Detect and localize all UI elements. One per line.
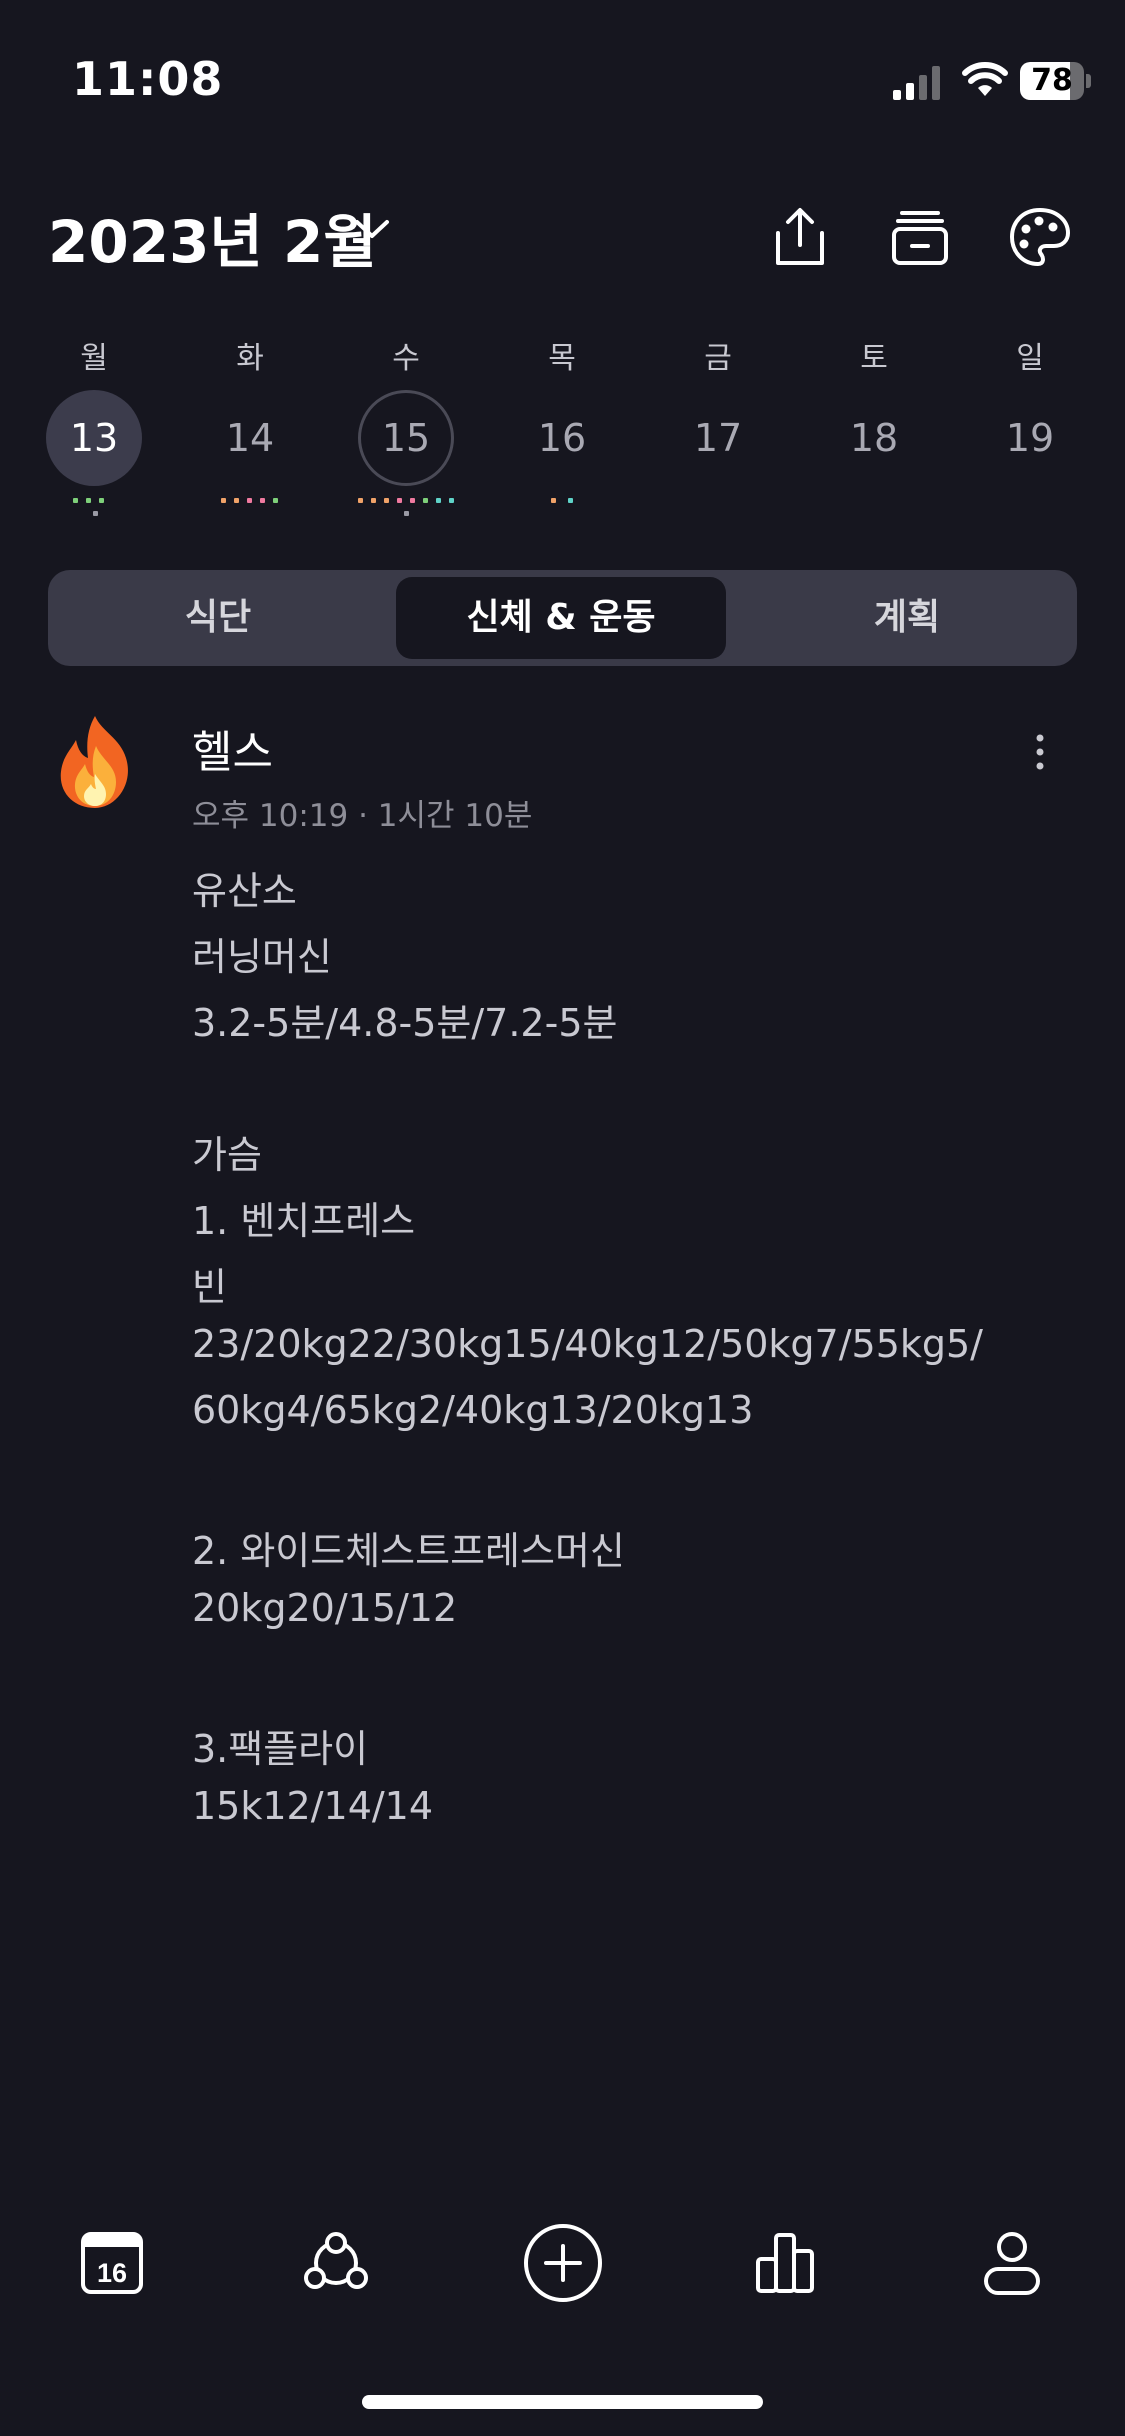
activity-dot — [551, 498, 556, 503]
note-line: 20kg20/15/12 — [192, 1586, 458, 1630]
note-line: 러닝머신 — [192, 935, 332, 979]
activity-dot — [260, 498, 265, 503]
day-15[interactable]: 15 — [358, 390, 454, 486]
wifi-icon — [962, 62, 1008, 96]
calendar-icon: 16 — [81, 2232, 143, 2294]
activity-dot — [410, 498, 415, 503]
fire-icon — [60, 716, 128, 808]
activity-dot — [449, 498, 454, 503]
weekday-label: 금 — [704, 341, 732, 376]
battery-indicator: 78 — [1020, 62, 1091, 100]
note-line: 15k12/14/14 — [192, 1784, 434, 1828]
day-17[interactable]: 17 — [670, 390, 766, 486]
day-13[interactable]: 13 — [46, 390, 142, 486]
note-line: 가슴 — [192, 1133, 262, 1177]
weekday-label: 수 — [392, 341, 420, 376]
more-options-icon[interactable] — [1030, 730, 1050, 774]
category-tabs: 식단 신체 & 운동 계획 — [48, 570, 1077, 666]
note-line: 60kg4/65kg2/40kg13/20kg13 — [192, 1388, 754, 1432]
weekday-label: 화 — [236, 341, 264, 376]
activity-dot — [371, 498, 376, 503]
palette-icon[interactable] — [1008, 205, 1072, 269]
stats-chart-icon[interactable] — [748, 2225, 824, 2301]
tab-body-exercise[interactable]: 신체 & 운동 — [396, 577, 726, 659]
entry-meta: 오후 10:19 · 1시간 10분 — [192, 798, 533, 834]
weekday-label: 일 — [1016, 341, 1044, 376]
status-bar: 11:08 78 — [0, 0, 1125, 150]
activity-dot — [384, 498, 389, 503]
activity-dot — [93, 511, 98, 516]
activity-dot — [234, 498, 239, 503]
app-screen: 11:08 78 2023년 2월 월 화 수 목 금 토 일 13 14 15… — [0, 0, 1125, 2436]
activity-dot — [73, 498, 78, 503]
activity-dot — [436, 498, 441, 503]
cellular-signal-icon — [893, 66, 940, 100]
share-icon[interactable] — [768, 205, 832, 269]
note-line: 3.팩플라이 — [192, 1727, 369, 1771]
chevron-down-icon[interactable] — [352, 214, 392, 244]
note-line: 23/20kg22/30kg15/40kg12/50kg7/55kg5/ — [192, 1322, 983, 1366]
day-16[interactable]: 16 — [514, 390, 610, 486]
note-line: 2. 와이드체스트프레스머신 — [192, 1529, 625, 1573]
day-19[interactable]: 19 — [982, 390, 1078, 486]
activity-dot — [273, 498, 278, 503]
community-icon[interactable] — [298, 2225, 374, 2301]
activity-dot — [404, 511, 409, 516]
note-line: 빈 — [192, 1265, 227, 1309]
activity-dots — [0, 496, 1125, 520]
tab-diet[interactable]: 식단 — [56, 577, 380, 659]
activity-dot — [86, 498, 91, 503]
activity-dot — [568, 498, 573, 503]
note-line: 1. 벤치프레스 — [192, 1199, 416, 1243]
entry-title: 헬스 — [192, 727, 273, 778]
weekday-label: 월 — [80, 341, 108, 376]
status-time: 11:08 — [72, 52, 224, 106]
weekday-label: 토 — [860, 341, 888, 376]
note-line: 유산소 — [192, 869, 297, 913]
weekday-label: 목 — [548, 341, 576, 376]
add-icon[interactable] — [522, 2222, 604, 2304]
archive-box-icon[interactable] — [888, 205, 952, 269]
calendar-icon-day: 16 — [97, 2258, 127, 2288]
home-indicator[interactable] — [362, 2395, 763, 2409]
profile-icon[interactable] — [974, 2225, 1050, 2301]
note-line: 3.2-5분/4.8-5분/7.2-5분 — [192, 1001, 618, 1045]
activity-dot — [358, 498, 363, 503]
activity-dot — [423, 498, 428, 503]
day-14[interactable]: 14 — [202, 390, 298, 486]
day-18[interactable]: 18 — [826, 390, 922, 486]
tab-plan[interactable]: 계획 — [745, 577, 1069, 659]
activity-dot — [99, 498, 104, 503]
battery-percent: 78 — [1031, 63, 1073, 98]
activity-dot — [221, 498, 226, 503]
activity-dot — [247, 498, 252, 503]
month-title[interactable]: 2023년 2월 — [48, 195, 377, 279]
calendar-tab[interactable]: 16 — [74, 2225, 150, 2301]
activity-dot — [397, 498, 402, 503]
